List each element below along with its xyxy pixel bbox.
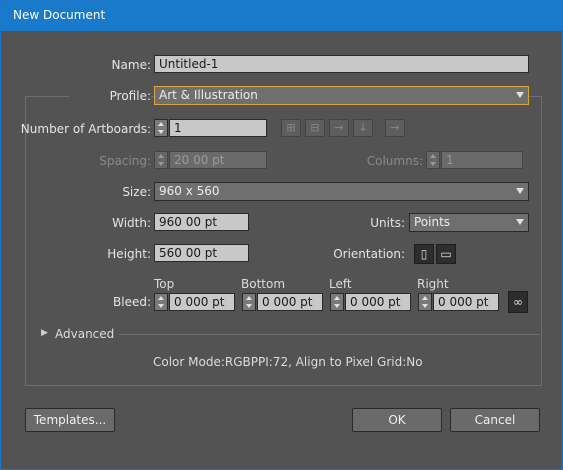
right-to-left-icon[interactable]: → (385, 119, 405, 137)
chevron-down-icon (516, 219, 524, 225)
profile-dropdown[interactable]: Art & Illustration (154, 86, 529, 105)
chevron-right-icon[interactable]: ▶ (41, 328, 48, 338)
bleed-right-field[interactable]: 0 000 pt (433, 293, 499, 311)
bleed-bottom-stepper[interactable] (242, 293, 256, 311)
orientation-label: Orientation: (333, 247, 405, 261)
arrow-up-icon (430, 154, 436, 158)
arrow-down-icon (334, 304, 340, 308)
width-label: Width: (112, 216, 151, 230)
ok-button[interactable]: OK (352, 408, 442, 432)
chain-link-icon[interactable]: ∞ (508, 291, 528, 313)
height-field[interactable]: 560 00 pt (154, 244, 249, 262)
arrow-up-icon (158, 154, 164, 158)
arrow-down-icon (158, 130, 164, 134)
size-dropdown[interactable]: 960 x 560 (154, 182, 529, 201)
arrow-down-icon (430, 162, 436, 166)
spacing-stepper[interactable] (154, 151, 168, 169)
size-value: 960 x 560 (159, 184, 220, 198)
chevron-down-icon (516, 92, 524, 98)
portrait-icon[interactable]: ▯ (414, 244, 434, 264)
templates-button[interactable]: Templates... (25, 408, 115, 432)
bleed-right-stepper[interactable] (418, 293, 432, 311)
bleed-top-field[interactable]: 0 000 pt (169, 293, 235, 311)
profile-value: Art & Illustration (159, 88, 258, 102)
bleed-left-field[interactable]: 0 000 pt (345, 293, 411, 311)
bleed-right-label: Right (417, 277, 449, 291)
dialog-body: Name: Untitled-1 Profile: Art & Illustra… (9, 31, 554, 461)
bleed-top-label: Top (154, 277, 175, 291)
arrow-down-icon (246, 304, 252, 308)
bleed-label: Bleed: (113, 295, 151, 309)
arrange-by-row-icon[interactable]: → (329, 119, 349, 137)
artboards-field[interactable]: 1 (169, 119, 267, 137)
bleed-left-stepper[interactable] (330, 293, 344, 311)
artboards-stepper[interactable] (154, 119, 168, 137)
bleed-bottom-label: Bottom (241, 277, 286, 291)
grid-by-row-icon[interactable]: ⊞ (281, 119, 301, 137)
window-title: New Document (13, 8, 106, 22)
bleed-top-stepper[interactable] (154, 293, 168, 311)
bleed-bottom-field[interactable]: 0 000 pt (257, 293, 323, 311)
size-label: Size: (122, 185, 151, 199)
title-bar: New Document (1, 1, 562, 31)
name-field[interactable]: Untitled-1 (154, 55, 529, 73)
units-dropdown[interactable]: Points (409, 213, 529, 232)
arrow-up-icon (158, 122, 164, 126)
advanced-toggle[interactable]: Advanced (55, 327, 114, 341)
advanced-divider (119, 334, 539, 335)
profile-label: Profile: (69, 89, 151, 103)
arrow-down-icon (158, 304, 164, 308)
arrow-down-icon (158, 162, 164, 166)
arrow-up-icon (246, 296, 252, 300)
landscape-icon[interactable]: ▭ (436, 244, 456, 264)
height-label: Height: (107, 247, 151, 261)
columns-label: Columns: (366, 154, 423, 168)
units-value: Points (414, 215, 451, 229)
bleed-left-label: Left (329, 277, 352, 291)
grid-by-column-icon[interactable]: ⊟ (305, 119, 325, 137)
arrow-up-icon (422, 296, 428, 300)
arrange-by-column-icon[interactable]: ↓ (353, 119, 373, 137)
columns-stepper[interactable] (426, 151, 440, 169)
profile-group (25, 96, 542, 386)
spacing-field[interactable]: 20 00 pt (169, 151, 267, 169)
units-label: Units: (370, 216, 405, 230)
width-field[interactable]: 960 00 pt (154, 213, 249, 231)
arrow-down-icon (422, 304, 428, 308)
name-label: Name: (111, 58, 151, 72)
artboards-label: Number of Artboards: (20, 122, 151, 136)
spacing-label: Spacing: (99, 154, 151, 168)
cancel-button[interactable]: Cancel (450, 408, 540, 432)
arrow-up-icon (158, 296, 164, 300)
arrow-up-icon (334, 296, 340, 300)
new-document-dialog: New Document Name: Untitled-1 Profile: A… (0, 0, 563, 470)
document-info-text: Color Mode:RGBPPI:72, Align to Pixel Gri… (153, 355, 423, 369)
chevron-down-icon (516, 188, 524, 194)
columns-field[interactable]: 1 (441, 151, 523, 169)
